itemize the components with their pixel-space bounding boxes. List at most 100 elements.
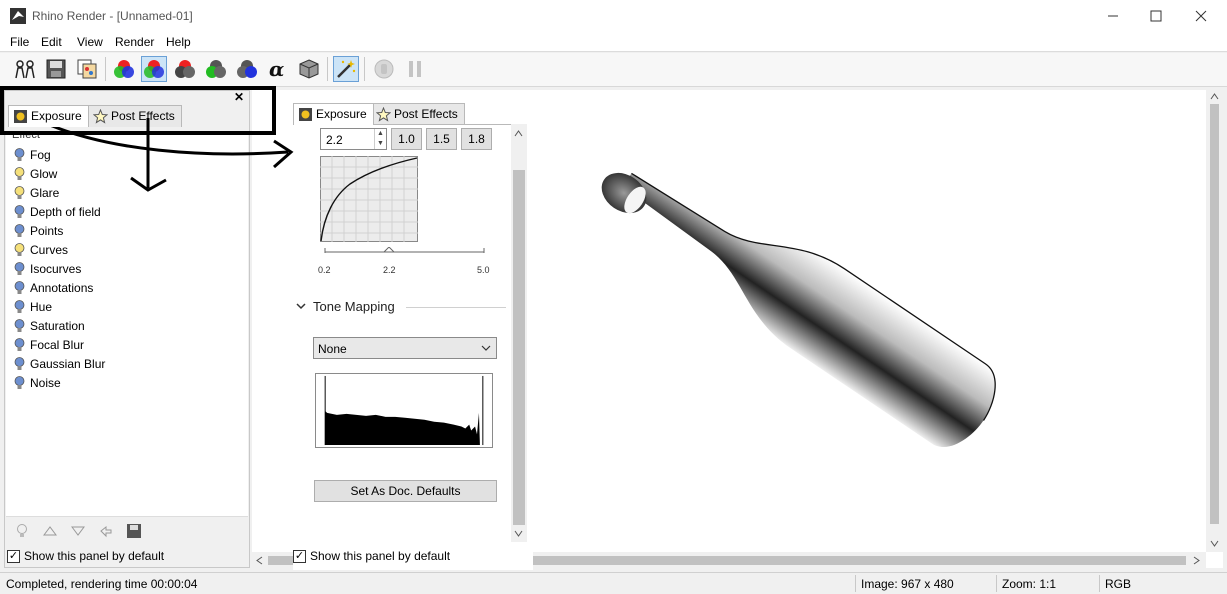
- chevron-down-icon[interactable]: [296, 301, 306, 311]
- status-message: Completed, rendering time 00:00:04: [6, 577, 198, 591]
- bulb-icon[interactable]: [14, 243, 25, 257]
- tab-label: Exposure: [316, 107, 367, 121]
- gamma-preset-button[interactable]: 1.5: [426, 128, 457, 150]
- scroll-down-icon[interactable]: [1210, 540, 1219, 548]
- list-item[interactable]: Hue: [14, 298, 52, 316]
- svg-text:α: α: [269, 58, 284, 80]
- spinner-arrows-icon[interactable]: ▲ ▼: [374, 129, 386, 149]
- bulb-icon[interactable]: [14, 262, 25, 276]
- bulb-icon[interactable]: [14, 300, 25, 314]
- viewport-vertical-scrollbar[interactable]: [1206, 90, 1223, 552]
- copy-render-button[interactable]: [74, 56, 100, 82]
- checkbox[interactable]: ✓: [293, 549, 306, 563]
- list-item[interactable]: Glow: [14, 165, 57, 183]
- list-item[interactable]: Noise: [14, 374, 61, 392]
- blue-channel-icon: [237, 60, 257, 78]
- list-item[interactable]: Focal Blur: [14, 336, 84, 354]
- list-item[interactable]: Gaussian Blur: [14, 355, 105, 373]
- gamma-spinner[interactable]: 2.2 ▲ ▼: [320, 128, 387, 150]
- effect-label: Isocurves: [30, 262, 82, 276]
- red-channel-icon: [175, 60, 195, 78]
- bulb-icon[interactable]: [14, 205, 25, 219]
- minimize-button[interactable]: [1090, 0, 1136, 32]
- tab-exposure[interactable]: Exposure: [8, 105, 89, 127]
- scroll-thumb[interactable]: [513, 170, 525, 525]
- green-channel-icon: [206, 60, 226, 78]
- tab-exposure[interactable]: Exposure: [293, 103, 374, 125]
- all-channels-button[interactable]: [141, 56, 167, 82]
- list-item[interactable]: Curves: [14, 241, 68, 259]
- tone-mapping-select[interactable]: None: [313, 337, 497, 359]
- reset-icon[interactable]: [98, 523, 114, 539]
- menu-view[interactable]: View: [77, 35, 103, 49]
- bulb-icon[interactable]: [14, 224, 25, 238]
- effect-label: Saturation: [30, 319, 85, 333]
- tone-mapping-section[interactable]: Tone Mapping: [294, 299, 509, 317]
- effect-label: Points: [30, 224, 64, 238]
- gamma-value: 2.2: [326, 133, 343, 147]
- compare-button[interactable]: [12, 56, 38, 82]
- bulb-icon[interactable]: [14, 148, 25, 162]
- pause-button[interactable]: [402, 56, 428, 82]
- list-item[interactable]: Isocurves: [14, 260, 81, 278]
- bulb-icon[interactable]: [14, 319, 25, 333]
- bulb-icon[interactable]: [14, 357, 25, 371]
- bulb-icon[interactable]: [14, 338, 25, 352]
- panel-vertical-scrollbar[interactable]: [511, 124, 527, 542]
- effect-label: Focal Blur: [30, 338, 85, 352]
- show-panel-default-checkbox-left[interactable]: ✓ Show this panel by default: [7, 549, 164, 563]
- gamma-preset-button[interactable]: 1.8: [461, 128, 492, 150]
- effect-label: Hue: [30, 300, 53, 314]
- bulb-toggle-icon[interactable]: [14, 523, 30, 539]
- stop-button[interactable]: [371, 56, 397, 82]
- set-doc-defaults-button[interactable]: Set As Doc. Defaults: [314, 480, 497, 502]
- scroll-up-icon[interactable]: [1210, 92, 1219, 100]
- panel-close-icon[interactable]: ✕: [234, 90, 244, 104]
- bulb-icon[interactable]: [14, 281, 25, 295]
- list-item[interactable]: Depth of field: [14, 203, 101, 221]
- maximize-button[interactable]: [1133, 0, 1179, 32]
- save-button[interactable]: [43, 56, 69, 82]
- tab-label: Post Effects: [394, 107, 458, 121]
- blue-channel-button[interactable]: [234, 56, 260, 82]
- monochrome-button[interactable]: [296, 56, 322, 82]
- scroll-up-icon[interactable]: [514, 129, 523, 137]
- monochrome-icon: [299, 59, 319, 79]
- bulb-icon[interactable]: [14, 167, 25, 181]
- checkbox[interactable]: ✓: [7, 549, 20, 563]
- show-panel-default-checkbox-middle[interactable]: ✓ Show this panel by default: [293, 549, 450, 563]
- move-up-icon[interactable]: [42, 523, 58, 539]
- save-settings-icon[interactable]: [126, 523, 142, 539]
- gamma-slider[interactable]: [324, 247, 486, 275]
- menu-file[interactable]: File: [10, 35, 29, 49]
- bulb-icon[interactable]: [14, 376, 25, 390]
- menu-render[interactable]: Render: [115, 35, 154, 49]
- slider-min-label: 0.2: [318, 265, 331, 275]
- list-item[interactable]: Points: [14, 222, 63, 240]
- menu-edit[interactable]: Edit: [41, 35, 62, 49]
- list-item[interactable]: Fog: [14, 146, 51, 164]
- red-channel-button[interactable]: [172, 56, 198, 82]
- histogram: [315, 373, 493, 448]
- exposure-panel: Exposure Post Effects 2.2 ▲ ▼ 1.0 1.5 1.8: [293, 100, 533, 570]
- move-down-icon[interactable]: [70, 523, 86, 539]
- alpha-channel-button[interactable]: α: [265, 56, 291, 82]
- chevron-down-icon: [481, 345, 491, 351]
- tab-post-effects[interactable]: Post Effects: [88, 105, 182, 127]
- green-channel-button[interactable]: [203, 56, 229, 82]
- rgb-channels-button[interactable]: [111, 56, 137, 82]
- list-item[interactable]: Glare: [14, 184, 59, 202]
- close-button[interactable]: [1178, 0, 1224, 32]
- post-effects-wand-button[interactable]: [333, 56, 359, 82]
- list-item[interactable]: Annotations: [14, 279, 93, 297]
- menu-help[interactable]: Help: [166, 35, 191, 49]
- tab-post-effects[interactable]: Post Effects: [371, 103, 465, 125]
- scroll-thumb[interactable]: [1210, 104, 1219, 524]
- bulb-icon[interactable]: [14, 186, 25, 200]
- scroll-right-icon[interactable]: [1193, 556, 1201, 565]
- scroll-down-icon[interactable]: [514, 530, 523, 538]
- gamma-preset-button[interactable]: 1.0: [391, 128, 422, 150]
- scroll-left-icon[interactable]: [255, 556, 263, 565]
- list-item[interactable]: Saturation: [14, 317, 85, 335]
- tone-mapping-label: Tone Mapping: [313, 299, 395, 314]
